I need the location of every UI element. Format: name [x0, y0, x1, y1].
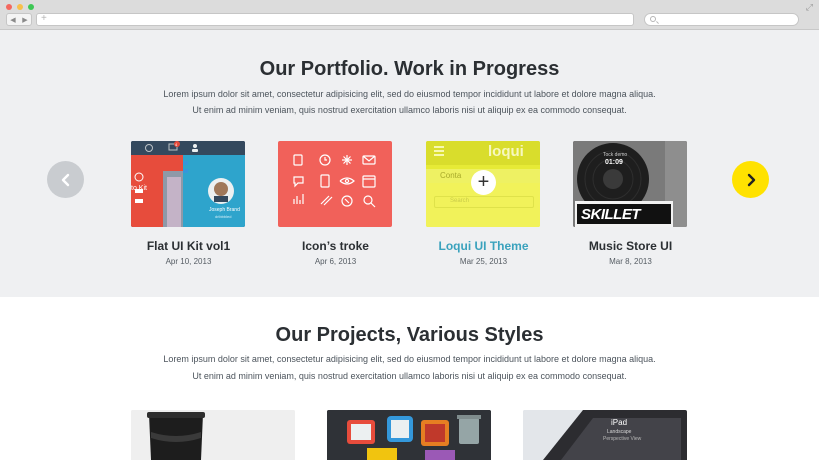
close-window-dot[interactable] [6, 4, 12, 10]
thumb-caption: Joseph Brand [209, 207, 240, 213]
band-logo: SKILLET [581, 206, 641, 223]
thumb-badge: 4 [175, 142, 178, 147]
track-label: Tock demo [603, 152, 628, 158]
projects-text-line2: Ut enim ad minim veniam, quis nostrud ex… [192, 371, 627, 381]
maximize-window-dot[interactable] [28, 4, 34, 10]
ipad-sub-label-2: Perspective View [603, 436, 642, 442]
plus-icon[interactable]: + [41, 13, 47, 24]
project-thumbnail-flat-icons[interactable] [327, 410, 491, 460]
address-bar[interactable]: + [36, 13, 634, 26]
forward-arrow-icon[interactable]: ▶ [22, 16, 27, 24]
ipad-label: iPad [611, 418, 628, 427]
flat-ui-kit-thumbnail[interactable]: Joseph Brand dribbbled 4 to Kit [131, 141, 245, 227]
projects-title: Our Projects, Various Styles [275, 324, 544, 346]
loqui-search-box [434, 196, 534, 208]
ipad-sub-label: Landscape [607, 429, 632, 435]
carousel-prev-button[interactable] [47, 161, 84, 198]
loqui-logo: loqui [488, 143, 524, 160]
project-thumbnail-ipad[interactable]: iPad Landscape Perspective View [523, 410, 687, 460]
projects-text-line1: Lorem ipsum dolor sit amet, consectetur … [163, 354, 656, 364]
portfolio-item-title[interactable]: Music Store UI [543, 239, 718, 253]
chevron-right-icon [747, 173, 755, 186]
music-store-thumbnail[interactable]: Tock demo 01:09 SKILLET [573, 141, 687, 227]
flat-icons-artwork [327, 410, 491, 460]
ipad-artwork [523, 410, 687, 460]
portfolio-text-line2: Ut enim ad minim veniam, quis nostrud ex… [192, 105, 627, 115]
fullscreen-icon[interactable]: ⤢ [806, 2, 813, 12]
carousel-next-button[interactable] [732, 161, 769, 198]
portfolio-text-line1: Lorem ipsum dolor sit amet, consectetur … [163, 89, 656, 99]
project-thumbnail-cup[interactable] [131, 410, 295, 460]
loqui-search-label: Search [450, 198, 470, 204]
track-time: 01:09 [605, 159, 623, 166]
icons-troke-thumbnail[interactable] [278, 141, 392, 227]
portfolio-title: Our Portfolio. Work in Progress [259, 58, 560, 80]
thumb-side-text: to Kit [131, 185, 147, 192]
browser-search-input[interactable] [644, 13, 799, 26]
back-forward-buttons[interactable]: ◀ ▶ [6, 13, 32, 26]
browser-chrome: ⤢ ◀ ▶ + [0, 0, 819, 30]
add-overlay-button[interactable]: + [471, 170, 496, 195]
search-icon [650, 16, 656, 22]
menu-icon [434, 146, 444, 148]
back-arrow-icon[interactable]: ◀ [10, 16, 15, 24]
coffee-cup-artwork [131, 410, 295, 460]
loqui-tab-contacts: Conta [440, 171, 462, 180]
thumb-sub: dribbbled [215, 214, 232, 219]
chevron-left-icon [61, 173, 69, 186]
loqui-thumbnail[interactable]: loqui Conta Search + [426, 141, 540, 227]
stroke-icons-grid [293, 154, 376, 208]
portfolio-item-date: Mar 8, 2013 [609, 257, 652, 266]
minimize-window-dot[interactable] [17, 4, 23, 10]
